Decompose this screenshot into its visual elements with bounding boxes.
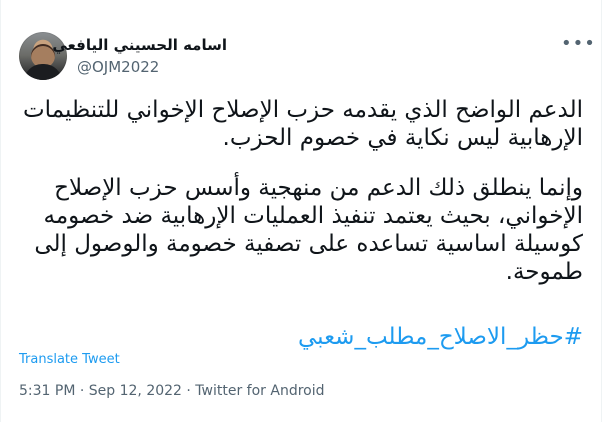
translate-tweet-link[interactable]: Translate Tweet — [19, 352, 120, 367]
tweet-text-line: طموحة. — [505, 259, 583, 285]
hashtag-link[interactable]: #حظر_الاصلاح_مطلب_شعبي — [298, 323, 583, 351]
tweet-text-line: الدعم الواضح الذي يقدمه حزب الإصلاح الإخ… — [23, 97, 583, 123]
user-handle[interactable]: @OJM2022 — [77, 58, 159, 76]
tweet-text: الدعم الواضح الذي يقدمه حزب الإصلاح الإخ… — [19, 96, 583, 286]
tweet-text-line: الإخواني، بحيث يعتمد تنفيذ العمليات الإر… — [43, 203, 583, 229]
tweet-text-line: وإنما ينطلق ذلك الدعم من منهجية وأسس حزب… — [54, 175, 583, 201]
more-horizontal-icon[interactable]: ••• — [561, 35, 595, 55]
tweet-metadata: 5:31 PM · Sep 12, 2022 · Twitter for And… — [19, 383, 325, 399]
tweet-card: ····· اسامه الحسيني اليافعي @OJM2022 •••… — [0, 0, 602, 422]
top-cropped-text: ····· — [85, 0, 116, 7]
display-name[interactable]: اسامه الحسيني اليافعي — [52, 36, 227, 54]
tweet-text-line: كوسيلة اساسية تساعده على تصفية خصومة وال… — [34, 231, 583, 257]
tweet-text-line: الإرهابية ليس نكاية في خصوم الحزب. — [222, 125, 583, 151]
